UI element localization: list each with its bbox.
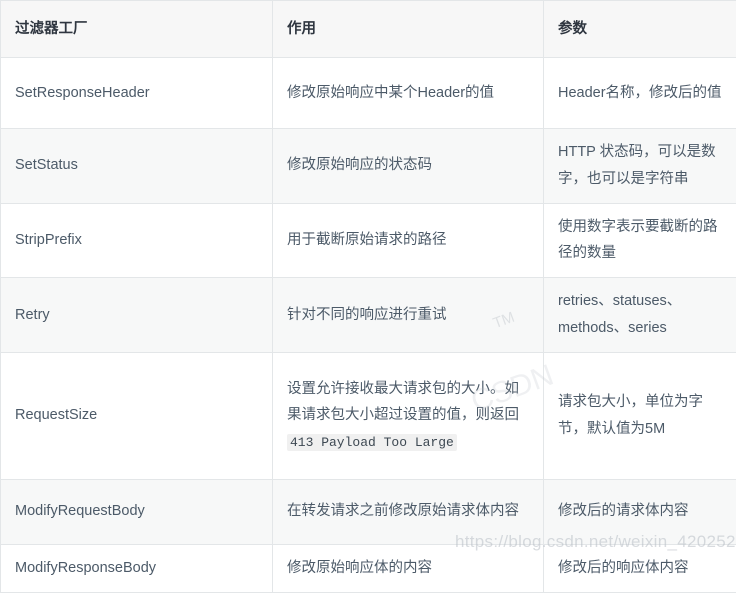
cell-parameters: retries、statuses、methods、series [544, 278, 736, 353]
column-header-parameters: 参数 [544, 1, 736, 58]
cell-parameters: 修改后的响应体内容 [544, 544, 736, 592]
cell-effect: 在转发请求之前修改原始请求体内容 [273, 479, 544, 544]
cell-effect: 设置允许接收最大请求包的大小。如果请求包大小超过设置的值，则返回 413 Pay… [273, 352, 544, 479]
cell-parameters: 请求包大小，单位为字节，默认值为5M [544, 352, 736, 479]
cell-effect: 修改原始响应中某个Header的值 [273, 58, 544, 129]
table-header: 过滤器工厂 作用 参数 [1, 1, 736, 58]
cell-filter-name: Retry [1, 278, 273, 353]
table-body: SetResponseHeader 修改原始响应中某个Header的值 Head… [1, 58, 736, 593]
table-container: 过滤器工厂 作用 参数 SetResponseHeader 修改原始响应中某个H… [0, 0, 736, 561]
gateway-filter-factory-table: 过滤器工厂 作用 参数 SetResponseHeader 修改原始响应中某个H… [0, 0, 736, 593]
cell-parameters: HTTP 状态码，可以是数字，也可以是字符串 [544, 129, 736, 204]
cell-parameters: 使用数字表示要截断的路径的数量 [544, 203, 736, 278]
table-row: ModifyResponseBody 修改原始响应体的内容 修改后的响应体内容 [1, 544, 736, 592]
cell-filter-name: StripPrefix [1, 203, 273, 278]
table-row: SetStatus 修改原始响应的状态码 HTTP 状态码，可以是数字，也可以是… [1, 129, 736, 204]
cell-effect: 用于截断原始请求的路径 [273, 203, 544, 278]
cell-filter-name: SetStatus [1, 129, 273, 204]
http-status-code-snippet: 413 Payload Too Large [287, 434, 457, 451]
effect-text-before-code: 设置允许接收最大请求包的大小。如果请求包大小超过设置的值，则返回 [287, 381, 519, 424]
cell-filter-name: ModifyRequestBody [1, 479, 273, 544]
cell-filter-name: ModifyResponseBody [1, 544, 273, 592]
cell-effect: 针对不同的响应进行重试 [273, 278, 544, 353]
cell-filter-name: SetResponseHeader [1, 58, 273, 129]
table-row: RequestSize 设置允许接收最大请求包的大小。如果请求包大小超过设置的值… [1, 352, 736, 479]
cell-filter-name: RequestSize [1, 352, 273, 479]
cell-parameters: 修改后的请求体内容 [544, 479, 736, 544]
cell-effect: 修改原始响应体的内容 [273, 544, 544, 592]
column-header-effect: 作用 [273, 1, 544, 58]
column-header-filter-factory: 过滤器工厂 [1, 1, 273, 58]
table-header-row: 过滤器工厂 作用 参数 [1, 1, 736, 58]
table-row: StripPrefix 用于截断原始请求的路径 使用数字表示要截断的路径的数量 [1, 203, 736, 278]
table-row: Retry 针对不同的响应进行重试 retries、statuses、metho… [1, 278, 736, 353]
cell-parameters: Header名称，修改后的值 [544, 58, 736, 129]
cell-effect: 修改原始响应的状态码 [273, 129, 544, 204]
table-row: SetResponseHeader 修改原始响应中某个Header的值 Head… [1, 58, 736, 129]
table-row: ModifyRequestBody 在转发请求之前修改原始请求体内容 修改后的请… [1, 479, 736, 544]
